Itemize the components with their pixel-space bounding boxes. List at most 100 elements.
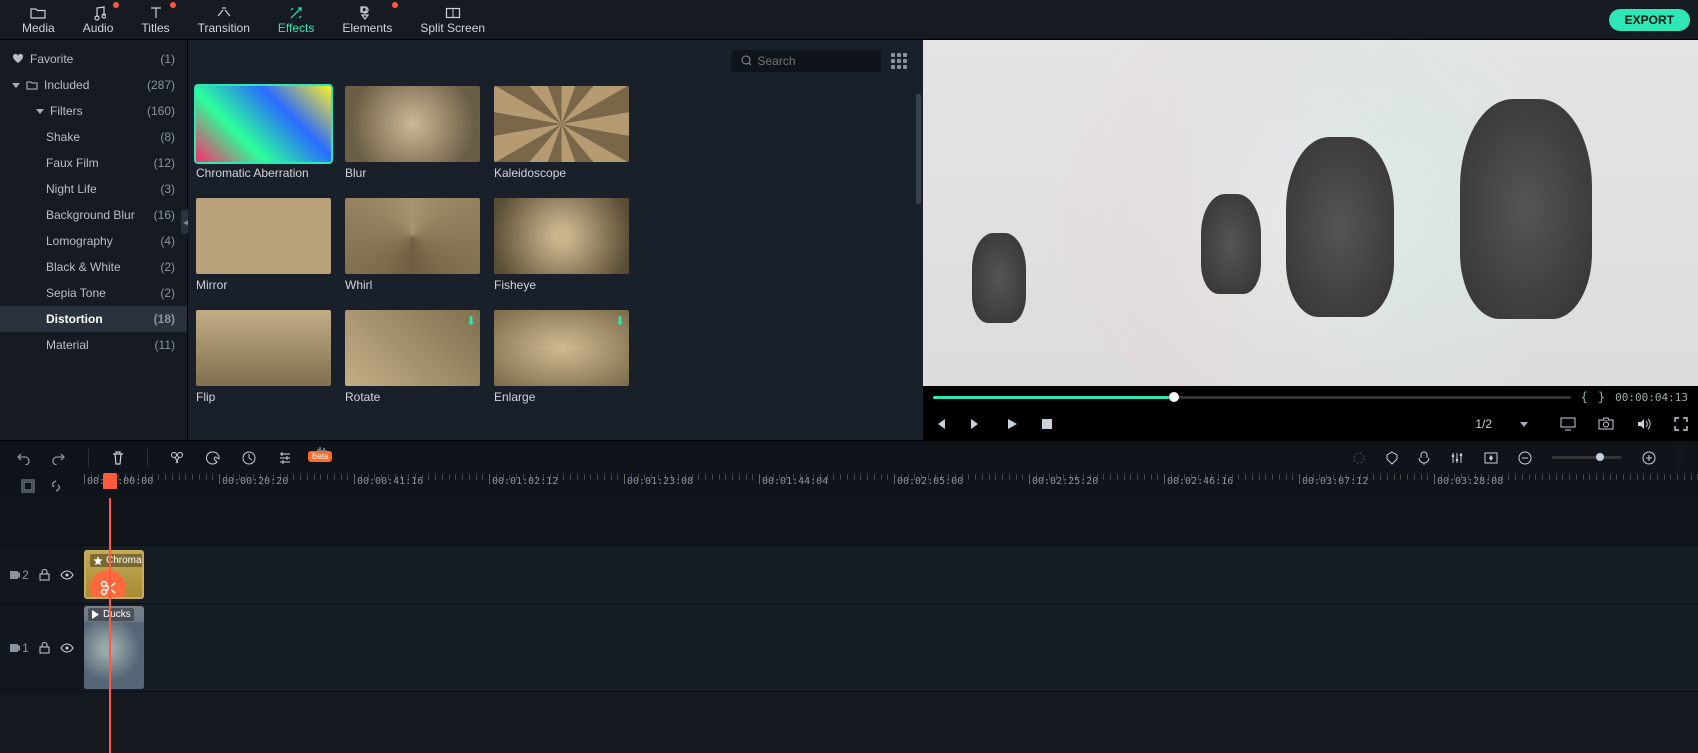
step-forward-button[interactable] <box>969 417 983 431</box>
effect-flip[interactable]: Flip <box>196 310 331 404</box>
ruler-label: 00:01:02:12 <box>492 476 558 487</box>
text-icon <box>148 5 164 21</box>
search-input[interactable] <box>731 50 881 72</box>
color-button[interactable] <box>206 451 220 465</box>
zoom-out-button[interactable] <box>1518 451 1532 465</box>
speed-button[interactable] <box>242 451 256 465</box>
step-back-button[interactable] <box>933 417 947 431</box>
sidebar-included[interactable]: Included (287) <box>0 72 187 98</box>
folder-icon <box>30 5 46 21</box>
video-track-head: 1 <box>0 604 84 691</box>
keyframe-button[interactable] <box>1484 452 1498 464</box>
voiceover-button[interactable] <box>1418 451 1430 465</box>
sidebar-favorite[interactable]: Favorite (1) <box>0 46 187 72</box>
mixer-button[interactable] <box>1450 451 1464 465</box>
zoom-fit-button[interactable] <box>1676 446 1682 470</box>
tab-split-screen[interactable]: Split Screen <box>406 3 499 37</box>
sidebar-item-shake[interactable]: Shake(8) <box>0 124 187 150</box>
tab-media[interactable]: Media <box>8 3 69 37</box>
effect-fisheye[interactable]: Fisheye <box>494 198 629 292</box>
snapshot-button[interactable] <box>1598 417 1614 431</box>
effect-mirror[interactable]: Mirror <box>196 198 331 292</box>
timeline-ruler[interactable]: 00:00:00:0000:00:20:2000:00:41:1600:01:0… <box>84 474 1698 498</box>
render-button[interactable] <box>1352 451 1366 465</box>
timeline-toolbar: Beta <box>0 440 1698 474</box>
effect-chromatic-aberration[interactable]: Chromatic Aberration <box>196 86 331 180</box>
tab-titles[interactable]: Titles <box>127 3 183 37</box>
preview-canvas[interactable] <box>923 40 1698 386</box>
split-button[interactable] <box>170 451 184 465</box>
volume-button[interactable] <box>1636 417 1652 431</box>
effect-enlarge[interactable]: ⬇Enlarge <box>494 310 629 404</box>
visibility-button[interactable] <box>60 570 74 580</box>
zoom-slider[interactable] <box>1552 456 1622 459</box>
sidebar-item-lomography[interactable]: Lomography(4) <box>0 228 187 254</box>
sidebar-item-material[interactable]: Material(11) <box>0 332 187 358</box>
stop-button[interactable] <box>1041 418 1053 430</box>
sidebar: Favorite (1) Included (287) Filters (160… <box>0 40 188 440</box>
playhead[interactable] <box>109 498 111 753</box>
effect-track-body[interactable]: Chromati <box>84 546 1698 603</box>
track-manage-button[interactable] <box>21 479 35 493</box>
sidebar-item-night-life[interactable]: Night Life(3) <box>0 176 187 202</box>
effect-thumbnail: ⬇ <box>345 310 480 386</box>
effect-thumbnail <box>345 86 480 162</box>
sidebar-filters[interactable]: Filters (160) <box>0 98 187 124</box>
export-button[interactable]: EXPORT <box>1609 9 1690 31</box>
effect-thumbnail <box>196 310 331 386</box>
effect-label: Blur <box>345 166 480 180</box>
empty-track[interactable] <box>84 498 1698 545</box>
effect-label: Fisheye <box>494 278 629 292</box>
play-button[interactable] <box>1005 417 1019 431</box>
grid-view-button[interactable] <box>891 53 907 69</box>
redo-button[interactable] <box>52 451 66 465</box>
effect-label: Kaleidoscope <box>494 166 629 180</box>
tab-effects[interactable]: Effects <box>264 3 328 37</box>
video-clip[interactable]: Ducks <box>84 606 144 689</box>
effect-thumbnail <box>196 198 331 274</box>
sidebar-item-faux-film[interactable]: Faux Film(12) <box>0 150 187 176</box>
effect-thumbnail <box>345 198 480 274</box>
search-icon <box>741 55 751 67</box>
fullscreen-button[interactable] <box>1674 417 1688 431</box>
effect-blur[interactable]: Blur <box>345 86 480 180</box>
effect-whirl[interactable]: Whirl <box>345 198 480 292</box>
lock-button[interactable] <box>39 642 50 654</box>
download-icon: ⬇ <box>466 314 476 328</box>
mark-in-label: { <box>1581 390 1588 404</box>
video-track-body[interactable]: Ducks <box>84 604 1698 691</box>
visibility-button[interactable] <box>60 643 74 653</box>
sidebar-item-background-blur[interactable]: Background Blur(16) <box>0 202 187 228</box>
ruler-label: 00:02:25:20 <box>1032 476 1098 487</box>
lock-button[interactable] <box>39 569 50 581</box>
scrollbar[interactable] <box>916 94 921 204</box>
play-icon <box>91 610 100 619</box>
ruler-label: 00:03:28:08 <box>1437 476 1503 487</box>
tab-elements[interactable]: Elements <box>328 3 406 37</box>
marker-button[interactable] <box>1386 451 1398 465</box>
split-icon <box>445 5 461 21</box>
monitor-icon[interactable] <box>1560 417 1576 431</box>
tab-audio[interactable]: Audio <box>69 3 128 37</box>
video-track: 1 Ducks <box>0 604 1698 692</box>
effect-rotate[interactable]: ⬇Rotate <box>345 310 480 404</box>
zoom-in-button[interactable] <box>1642 451 1656 465</box>
preview-scale-dropdown[interactable]: 1/2 <box>1465 415 1538 433</box>
beta-badge: Beta <box>308 451 332 462</box>
link-button[interactable] <box>49 479 63 493</box>
elements-icon <box>359 5 375 21</box>
effect-kaleidoscope[interactable]: Kaleidoscope <box>494 86 629 180</box>
effect-clip[interactable]: Chromati <box>84 550 144 599</box>
sidebar-item-distortion[interactable]: Distortion(18) <box>0 306 187 332</box>
undo-button[interactable] <box>16 451 30 465</box>
ruler-label: 00:03:07:12 <box>1302 476 1368 487</box>
effects-grid: Chromatic Aberration Blur Kaleidoscope Mirr… <box>188 82 923 424</box>
playhead-flag[interactable] <box>103 473 117 489</box>
sidebar-item-black-white[interactable]: Black & White(2) <box>0 254 187 280</box>
update-dot <box>113 2 119 8</box>
tab-transition[interactable]: Transition <box>184 3 264 37</box>
seek-slider[interactable] <box>933 396 1571 399</box>
delete-button[interactable] <box>111 451 125 465</box>
adjust-button[interactable] <box>278 451 292 465</box>
sidebar-item-sepia-tone[interactable]: Sepia Tone(2) <box>0 280 187 306</box>
